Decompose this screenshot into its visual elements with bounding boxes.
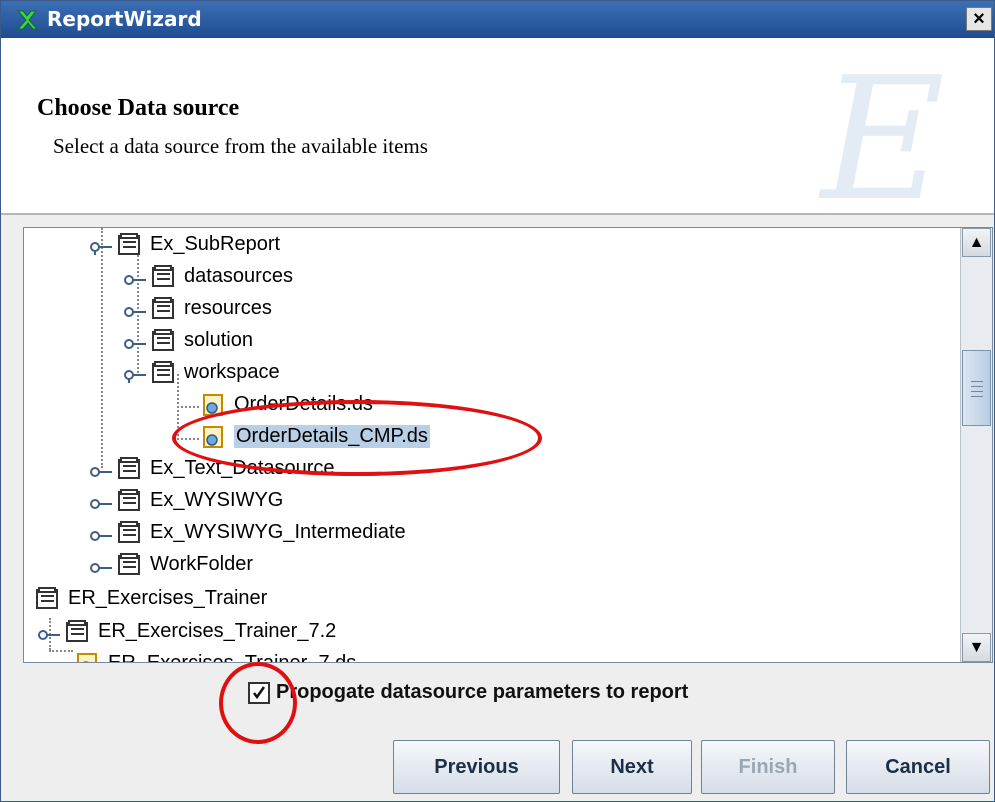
page-subtitle: Select a data source from the available … <box>53 134 428 158</box>
tree-node-label: ER_Exercises_Trainer_7.2 <box>98 620 337 642</box>
header-divider <box>1 213 994 215</box>
scroll-up-arrow-icon[interactable]: ▲ <box>962 228 991 257</box>
propagate-parameters-label: Propogate datasource parameters to repor… <box>276 681 689 703</box>
folder-icon <box>116 488 144 514</box>
propagate-parameters-option[interactable]: Propogate datasource parameters to repor… <box>248 681 688 704</box>
previous-button[interactable]: Previous <box>393 740 560 794</box>
collapsed-toggle-icon[interactable] <box>124 302 146 317</box>
folder-icon <box>34 586 62 612</box>
finish-button[interactable]: Finish <box>701 740 835 794</box>
folder-icon <box>150 328 178 354</box>
folder-icon <box>150 296 178 322</box>
collapsed-toggle-icon[interactable] <box>124 334 146 349</box>
tree-node-label: OrderDetails_CMP.ds <box>234 425 430 448</box>
folder-icon <box>116 520 144 546</box>
tree-node[interactable]: OrderDetails.ds <box>200 389 373 420</box>
folder-icon <box>150 264 178 290</box>
tree-node[interactable]: solution <box>124 325 253 356</box>
cancel-button[interactable]: Cancel <box>846 740 990 794</box>
tree-node[interactable]: workspace <box>124 357 280 388</box>
datasource-tree-panel: Ex_SubReport datasources resources solut… <box>23 227 993 663</box>
propagate-parameters-checkbox[interactable] <box>248 681 270 704</box>
tree-node-label: datasources <box>184 265 293 287</box>
folder-icon <box>116 232 144 258</box>
tree-node-label: Ex_WYSIWYG <box>150 489 284 511</box>
checkmark-icon <box>253 685 266 699</box>
tree-node-label: Ex_WYSIWYG_Intermediate <box>150 521 406 543</box>
app-icon <box>15 8 39 32</box>
collapsed-toggle-icon[interactable] <box>124 270 146 285</box>
tree-node[interactable]: Ex_WYSIWYG_Intermediate <box>90 517 406 548</box>
collapsed-toggle-icon[interactable] <box>90 462 112 477</box>
tree-node-label: workspace <box>184 361 280 383</box>
svg-text:E: E <box>818 48 945 218</box>
tree-node-label: ER_Exercises_Trainer_7.ds <box>108 652 356 662</box>
collapsed-toggle-icon[interactable] <box>90 494 112 509</box>
datasource-file-icon <box>200 392 228 418</box>
tree-node-label: OrderDetails.ds <box>234 393 373 415</box>
tree-node[interactable]: Ex_SubReport <box>90 229 280 260</box>
tree-node-label: Ex_SubReport <box>150 233 281 255</box>
tree-node-label: ER_Exercises_Trainer <box>68 587 268 609</box>
datasource-tree[interactable]: Ex_SubReport datasources resources solut… <box>24 228 962 662</box>
scroll-down-arrow-icon[interactable]: ▼ <box>962 633 991 662</box>
window-title: ReportWizard <box>47 7 202 31</box>
watermark-logo-icon: E <box>818 48 945 218</box>
expanded-toggle-icon[interactable] <box>90 238 112 255</box>
collapsed-toggle-icon[interactable] <box>38 625 60 640</box>
collapsed-toggle-icon[interactable] <box>90 526 112 541</box>
tree-node-label: WorkFolder <box>150 553 253 575</box>
close-button[interactable]: × <box>966 7 992 31</box>
title-bar[interactable]: ReportWizard × <box>1 1 994 38</box>
tree-node-label: Ex_Text_Datasource <box>150 457 335 479</box>
tree-node-selected[interactable]: OrderDetails_CMP.ds <box>200 421 430 452</box>
tree-node[interactable]: Ex_WYSIWYG <box>90 485 283 516</box>
page-title: Choose Data source <box>37 95 240 121</box>
next-button[interactable]: Next <box>572 740 692 794</box>
scrollbar-thumb[interactable] <box>962 350 991 426</box>
tree-node[interactable]: WorkFolder <box>90 549 253 580</box>
collapsed-toggle-icon[interactable] <box>90 558 112 573</box>
tree-node-label: solution <box>184 329 253 351</box>
tree-node[interactable]: Ex_Text_Datasource <box>90 453 335 484</box>
wizard-header: Choose Data source Select a data source … <box>1 38 994 218</box>
tree-node-label: resources <box>184 297 272 319</box>
vertical-scrollbar[interactable]: ▲ ▼ <box>960 228 992 662</box>
tree-node[interactable]: resources <box>124 293 272 324</box>
expanded-toggle-icon[interactable] <box>124 366 146 383</box>
datasource-file-icon <box>74 651 102 662</box>
folder-icon <box>116 456 144 482</box>
tree-node[interactable]: datasources <box>124 261 293 292</box>
tree-node[interactable]: ER_Exercises_Trainer_7.2 <box>38 616 336 647</box>
tree-node[interactable]: ER_Exercises_Trainer_7.ds <box>74 648 356 662</box>
tree-node[interactable]: ER_Exercises_Trainer <box>34 583 267 614</box>
report-wizard-window: ReportWizard × Choose Data source Select… <box>0 0 995 802</box>
folder-icon <box>150 360 178 386</box>
datasource-file-icon <box>200 424 228 450</box>
folder-icon <box>116 552 144 578</box>
folder-icon <box>64 619 92 645</box>
